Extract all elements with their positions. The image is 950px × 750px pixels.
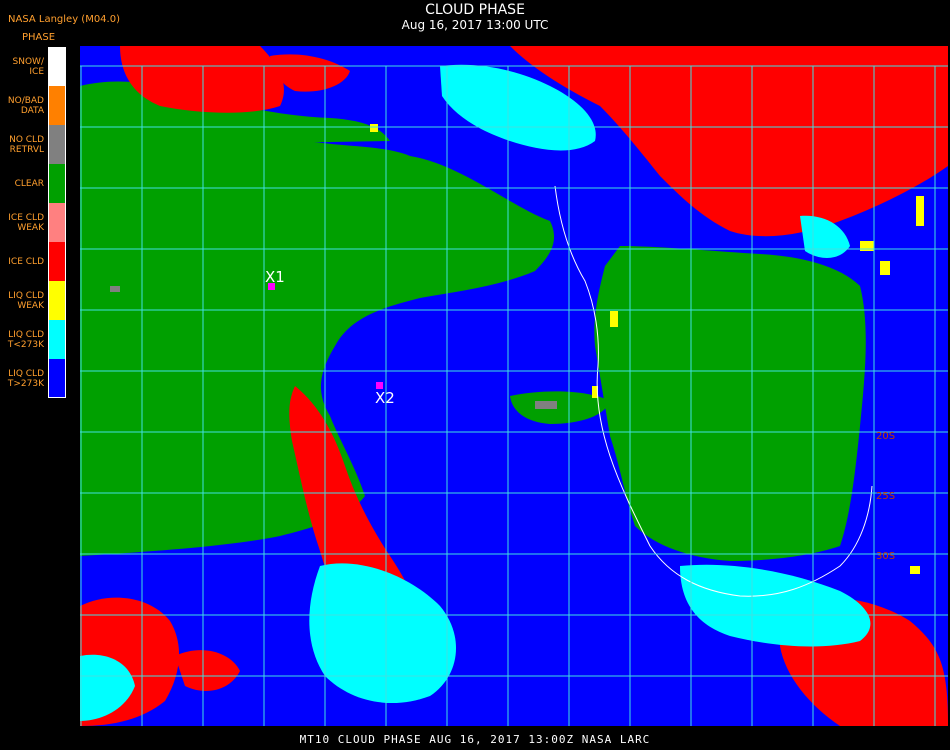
legend-item-label: CLEAR xyxy=(14,178,44,189)
legend-item: NO CLD RETRVL xyxy=(0,125,66,164)
marker-x2-point xyxy=(376,382,383,389)
legend-title: PHASE xyxy=(22,32,56,43)
legend-swatch xyxy=(48,47,66,86)
legend-item-label: ICE CLD WEAK xyxy=(8,212,44,233)
map-datetime: Aug 16, 2017 13:00 UTC xyxy=(401,18,549,32)
lat-label-25s: 25S xyxy=(876,491,895,502)
legend-item-label: ICE CLD xyxy=(8,256,44,267)
clear-region-land xyxy=(594,246,866,561)
legend-swatch xyxy=(48,242,66,281)
footer-caption: MT10 CLOUD PHASE AUG 16, 2017 13:00Z NAS… xyxy=(299,733,651,746)
lat-label-20s: 20S xyxy=(876,431,895,442)
lat-label-30s: 30S xyxy=(876,551,895,562)
legend-item-label: LIQ CLD T>273K xyxy=(7,368,44,389)
legend-item: ICE CLD xyxy=(0,242,66,281)
legend-item-label: NO CLD RETRVL xyxy=(9,134,44,155)
legend-item: LIQ CLD T<273K xyxy=(0,320,66,359)
marker-x1-label: X1 xyxy=(265,268,285,286)
header: NASA Langley (M04.0) CLOUD PHASE Aug 16,… xyxy=(0,0,950,40)
legend-item: ICE CLD WEAK xyxy=(0,203,66,242)
legend-item: SNOW/ ICE xyxy=(0,47,66,86)
marker-x2-label: X2 xyxy=(375,389,395,407)
legend-swatch xyxy=(48,125,66,164)
map-title: CLOUD PHASE xyxy=(425,2,525,18)
legend-item: LIQ CLD WEAK xyxy=(0,281,66,320)
legend-item: NO/BAD DATA xyxy=(0,86,66,125)
legend-item-label: LIQ CLD T<273K xyxy=(7,329,44,350)
legend-swatch xyxy=(48,86,66,125)
map-canvas: 20S 25S 30S X1 X2 xyxy=(80,46,948,726)
legend-item-label: SNOW/ ICE xyxy=(12,56,44,77)
legend-swatch xyxy=(48,203,66,242)
legend-swatch xyxy=(48,164,66,203)
legend-item-label: NO/BAD DATA xyxy=(7,95,44,116)
cloud-phase-map: 20S 25S 30S X1 X2 xyxy=(80,46,948,726)
legend-swatch xyxy=(48,281,66,320)
legend-item: LIQ CLD T>273K xyxy=(0,359,66,398)
phase-legend: SNOW/ ICE NO/BAD DATA NO CLD RETRVL CLEAR IC… xyxy=(0,47,66,398)
legend-swatch xyxy=(48,359,66,398)
legend-swatch xyxy=(48,320,66,359)
legend-item-label: LIQ CLD WEAK xyxy=(8,290,44,311)
legend-item: CLEAR xyxy=(0,164,66,203)
